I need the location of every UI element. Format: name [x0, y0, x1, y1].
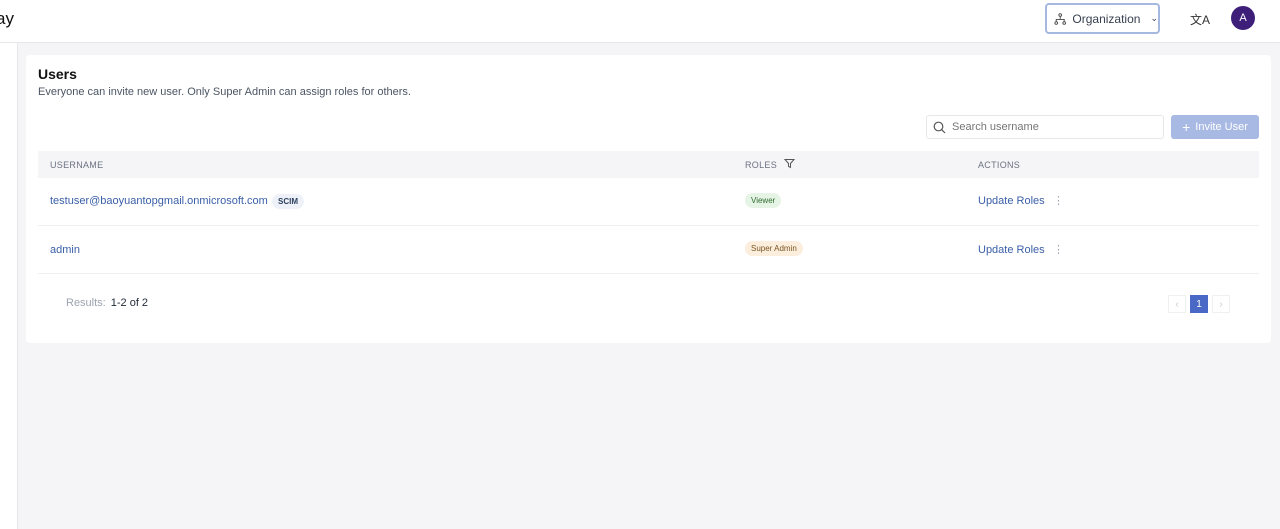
results-value: 1-2 of 2: [110, 297, 149, 309]
table-row: testuser@baoyuantopgmail.onmicrosoft.com…: [38, 178, 1259, 226]
table-row: admin Super Admin Update Roles ⋮: [38, 226, 1259, 274]
role-badge: Super Admin: [745, 241, 803, 256]
username-link[interactable]: admin: [50, 244, 80, 256]
sidebar: [0, 43, 18, 529]
results-summary: Results: 1-2 of 2: [66, 297, 148, 309]
search-icon: [933, 121, 946, 133]
table-header: USERNAME ROLES ACTIONS: [38, 151, 1259, 178]
update-roles-button[interactable]: Update Roles: [978, 244, 1045, 256]
invite-user-label: Invite User: [1195, 121, 1248, 133]
next-page-button[interactable]: ›: [1212, 295, 1230, 313]
search-box[interactable]: [926, 115, 1164, 139]
top-header: ay Organization ⌄ 文A A: [0, 0, 1280, 43]
organization-switcher[interactable]: Organization ⌄: [1045, 3, 1160, 34]
organization-label: Organization: [1072, 11, 1141, 26]
role-badge: Viewer: [745, 193, 782, 208]
search-input[interactable]: [952, 121, 1152, 133]
page-subtitle: Everyone can invite new user. Only Super…: [38, 86, 411, 98]
chevron-down-icon: ⌄: [1150, 13, 1158, 23]
filter-icon[interactable]: [783, 158, 796, 171]
invite-user-button[interactable]: + Invite User: [1171, 115, 1259, 139]
users-card: Users Everyone can invite new user. Only…: [26, 55, 1271, 343]
column-roles: ROLES: [745, 160, 778, 170]
update-roles-button[interactable]: Update Roles: [978, 195, 1045, 207]
translate-icon[interactable]: 文A: [1190, 11, 1210, 28]
page-1-button[interactable]: 1: [1190, 295, 1208, 313]
avatar[interactable]: A: [1231, 6, 1255, 30]
scim-badge: SCIM: [272, 194, 304, 209]
prev-page-button[interactable]: ‹: [1168, 295, 1186, 313]
more-options-icon[interactable]: ⋮: [1053, 194, 1064, 207]
column-username: USERNAME: [50, 160, 104, 170]
logo: ay: [0, 9, 14, 28]
org-tree-icon: [1054, 12, 1066, 25]
column-actions: ACTIONS: [978, 160, 1021, 170]
plus-icon: +: [1182, 119, 1191, 135]
username-link[interactable]: testuser@baoyuantopgmail.onmicrosoft.com: [50, 195, 268, 207]
results-label: Results:: [66, 297, 106, 309]
more-options-icon[interactable]: ⋮: [1053, 243, 1064, 256]
page-title: Users: [38, 66, 77, 82]
